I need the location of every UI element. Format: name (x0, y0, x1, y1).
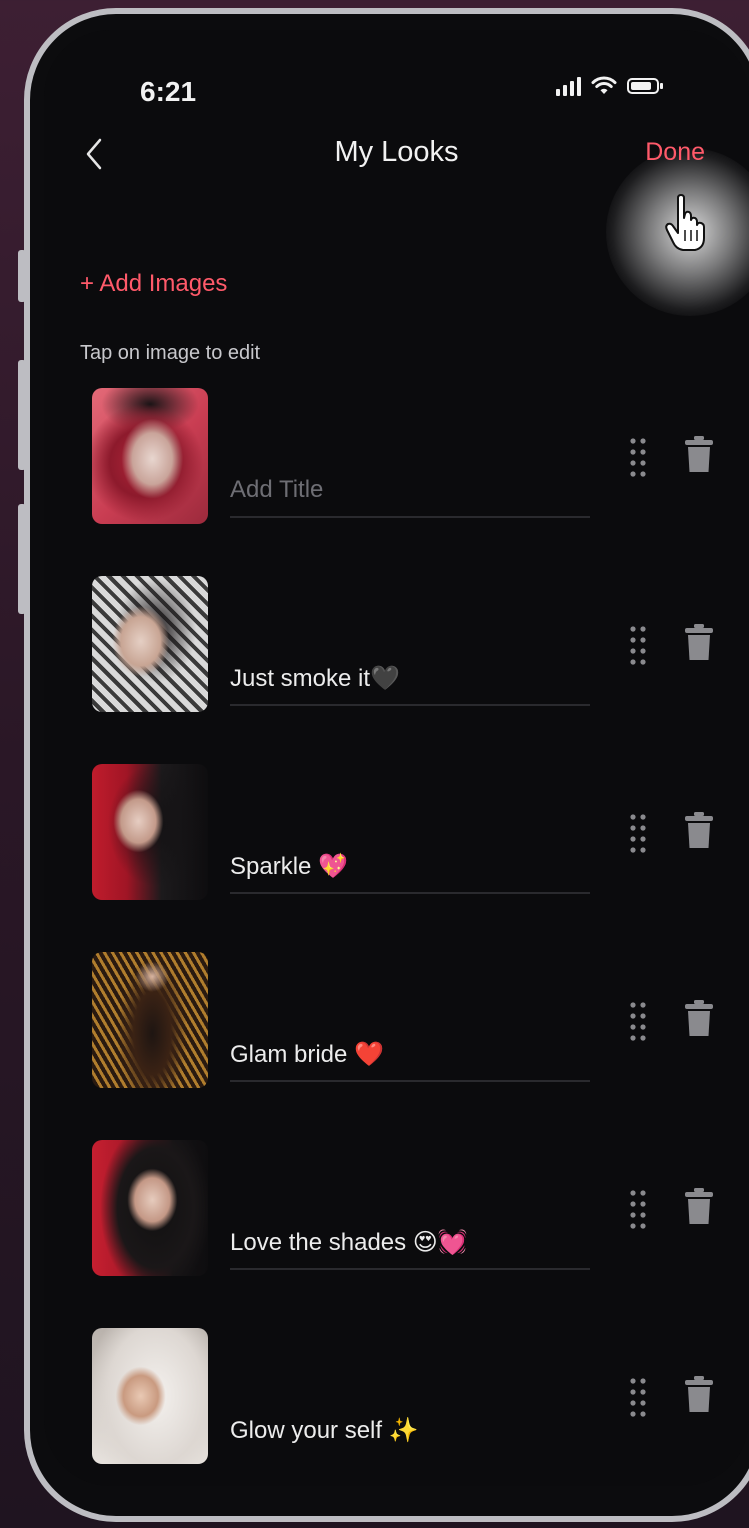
look-title-text: Sparkle 💖 (230, 853, 348, 880)
drag-handle-icon[interactable] (628, 1188, 648, 1230)
trash-icon[interactable] (684, 810, 714, 850)
drag-handle-icon[interactable] (628, 812, 648, 854)
look-title-text: Glow your self ✨ (230, 1417, 419, 1444)
drag-handle-icon[interactable] (628, 436, 648, 478)
look-row: Add Title (44, 388, 749, 528)
look-row: Love the shades 😍💓 (44, 1140, 749, 1280)
look-title-field[interactable]: Just smoke it🖤 (230, 664, 590, 706)
status-icons (556, 76, 663, 96)
look-title-field[interactable]: Glam bride ❤️ (230, 1040, 590, 1082)
drag-handle-icon[interactable] (628, 1000, 648, 1042)
look-thumbnail[interactable] (92, 1140, 208, 1276)
trash-icon[interactable] (684, 1186, 714, 1226)
look-thumbnail[interactable] (92, 1328, 208, 1464)
look-title-field[interactable]: Love the shades 😍💓 (230, 1228, 590, 1270)
look-thumbnail[interactable] (92, 764, 208, 900)
wifi-icon (591, 76, 617, 94)
drag-handle-icon[interactable] (628, 1376, 648, 1418)
trash-icon[interactable] (684, 1374, 714, 1414)
phone-screen: 6:21 My Looks Done + Add Images Tap on i… (44, 30, 749, 1486)
look-title-field[interactable]: Add Title (230, 476, 590, 518)
look-title-field[interactable]: Sparkle 💖 (230, 852, 590, 894)
cellular-signal-icon (556, 76, 581, 96)
look-title-text: Just smoke it🖤 (230, 665, 400, 692)
look-thumbnail[interactable] (92, 952, 208, 1088)
look-thumbnail[interactable] (92, 388, 208, 524)
status-time: 6:21 (140, 76, 197, 107)
trash-icon[interactable] (684, 434, 714, 474)
edit-hint: Tap on image to edit (80, 342, 261, 364)
battery-icon (627, 78, 663, 94)
look-row: Glam bride ❤️ (44, 952, 749, 1092)
look-title-text: Love the shades 😍💓 (230, 1229, 468, 1256)
trash-icon[interactable] (684, 998, 714, 1038)
look-title-text: Glam bride ❤️ (230, 1041, 384, 1068)
trash-icon[interactable] (684, 622, 714, 662)
add-images-button[interactable]: + Add Images (80, 270, 227, 298)
done-button[interactable]: Done (645, 138, 705, 167)
look-row: Just smoke it🖤 (44, 576, 749, 716)
look-title-field[interactable]: Glow your self ✨ (230, 1416, 590, 1458)
hand-pointer-icon (665, 194, 705, 251)
look-row: Glow your self ✨ (44, 1328, 749, 1468)
drag-handle-icon[interactable] (628, 624, 648, 666)
look-thumbnail[interactable] (92, 576, 208, 712)
look-title-placeholder: Add Title (230, 476, 324, 503)
look-row: Sparkle 💖 (44, 764, 749, 904)
